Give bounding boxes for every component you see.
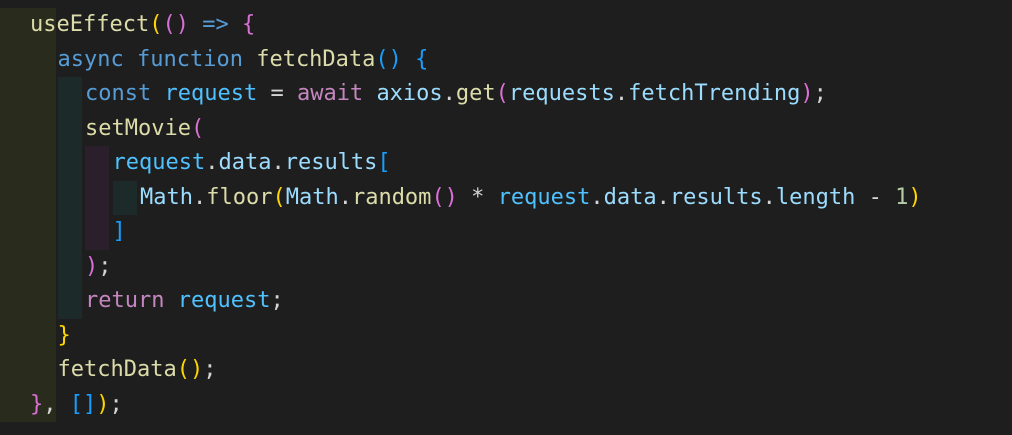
code-token: *: [457, 184, 498, 210]
code-token: .: [192, 184, 207, 210]
code-line-text: useEffect(() => {: [30, 8, 255, 42]
code-line-text: Math.floor(Math.random() * request.data.…: [140, 181, 922, 215]
code-token: Math: [140, 184, 193, 210]
code-token: (): [176, 357, 204, 382]
code-line[interactable]: setMovie(: [0, 112, 1012, 146]
code-token: }: [57, 322, 71, 348]
code-token: (: [149, 12, 163, 37]
code-token: .: [338, 184, 352, 210]
code-token: ;: [98, 253, 112, 279]
code-line[interactable]: ]: [0, 215, 1012, 249]
code-token: (: [190, 115, 205, 141]
code-token: .: [614, 81, 629, 106]
code-token: request: [177, 288, 271, 313]
code-token: requests: [508, 81, 615, 106]
code-token: useEffect: [30, 12, 150, 37]
code-token: ;: [813, 81, 827, 106]
code-token: ;: [270, 288, 284, 313]
code-token: data: [603, 184, 657, 210]
code-token: .: [205, 150, 219, 175]
code-token: setMovie: [85, 115, 191, 141]
code-token: (: [272, 184, 286, 210]
code-line-text: );: [85, 250, 112, 284]
code-token: =>: [202, 12, 229, 37]
code-token: floor: [206, 184, 273, 210]
code-line-text: async function fetchData() {: [58, 43, 429, 77]
code-token: []: [69, 391, 97, 417]
code-line[interactable]: const request = await axios.get(requests…: [0, 77, 1012, 111]
code-token: random: [351, 184, 432, 210]
code-token: ): [800, 81, 814, 106]
code-token: (: [495, 81, 509, 106]
code-token: function: [136, 46, 243, 72]
code-token: request: [164, 81, 258, 106]
code-line-text: setMovie(: [85, 112, 204, 146]
code-line[interactable]: async function fetchData() {: [0, 43, 1012, 77]
code-line-text: }: [58, 319, 71, 353]
code-line-text: fetchData();: [58, 353, 217, 387]
code-token: length: [775, 184, 856, 210]
code-token: fetchData: [57, 357, 177, 382]
code-token: fetchData: [256, 46, 376, 72]
code-token: fetchTrending: [628, 81, 801, 106]
code-token: [: [377, 150, 391, 175]
code-line-text: return request;: [85, 284, 284, 318]
code-token: ]: [112, 219, 126, 244]
code-line[interactable]: }: [0, 319, 1012, 353]
code-token: async: [57, 46, 124, 72]
code-token: 1: [895, 184, 909, 210]
code-line[interactable]: }, []);: [0, 388, 1012, 422]
code-token: await: [296, 81, 364, 106]
code-line[interactable]: fetchData();: [0, 353, 1012, 387]
code-token: Math: [285, 184, 339, 210]
code-token: (): [162, 12, 189, 37]
code-token: {: [415, 46, 429, 72]
code-token: ): [908, 184, 922, 210]
code-token: ): [85, 253, 99, 279]
code-line-text: }, []);: [30, 388, 123, 422]
code-token: ;: [109, 391, 123, 417]
code-token: const: [85, 81, 152, 106]
code-token: data: [218, 150, 272, 175]
code-line-text: const request = await axios.get(requests…: [85, 77, 827, 111]
code-line[interactable]: );: [0, 250, 1012, 284]
code-token: request: [497, 184, 591, 210]
code-line[interactable]: Math.floor(Math.random() * request.data.…: [0, 181, 1012, 215]
code-token: axios: [376, 81, 443, 106]
code-token: results: [669, 184, 763, 210]
code-token: =: [257, 81, 297, 106]
code-token: return: [85, 288, 165, 313]
code-token: ): [96, 391, 110, 417]
code-token: .: [271, 150, 285, 175]
code-token: (): [375, 46, 402, 72]
code-token: (): [431, 184, 458, 210]
code-token: .: [656, 184, 670, 210]
code-line-text: ]: [113, 215, 126, 249]
code-token: results: [284, 150, 378, 175]
code-token: {: [241, 12, 256, 37]
code-token: ;: [203, 357, 217, 382]
code-editor[interactable]: useEffect(() => {async function fetchDat…: [0, 0, 1012, 435]
code-token: }: [30, 391, 44, 417]
code-line-text: request.data.results[: [113, 146, 391, 180]
code-token: .: [442, 81, 456, 106]
code-token: .: [590, 184, 604, 210]
code-token: request: [112, 150, 206, 175]
code-line[interactable]: return request;: [0, 284, 1012, 318]
code-token: -: [855, 184, 896, 210]
code-token: get: [455, 81, 496, 106]
code-line[interactable]: request.data.results[: [0, 146, 1012, 180]
code-token: ,: [43, 391, 70, 417]
code-line[interactable]: useEffect(() => {: [0, 8, 1012, 42]
code-token: .: [762, 184, 776, 210]
